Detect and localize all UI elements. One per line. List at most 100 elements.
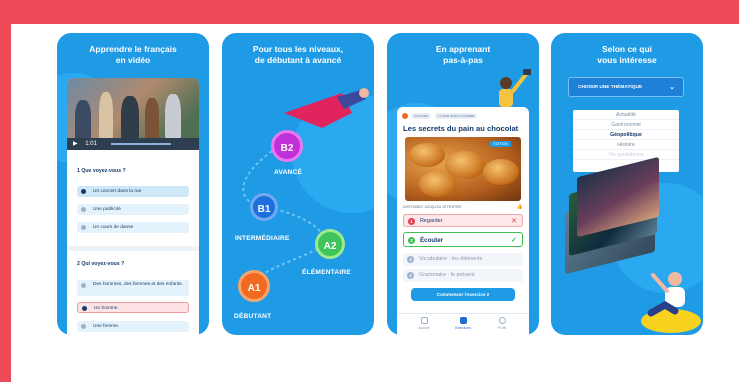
option-label: Un concert dans la rue bbox=[93, 189, 142, 194]
pastry bbox=[409, 143, 445, 167]
step-number: 1 bbox=[408, 218, 415, 225]
option-label: Un cours de danse bbox=[93, 225, 134, 230]
step-label: Écouter bbox=[420, 237, 444, 244]
level-code: B2 bbox=[280, 143, 294, 154]
person-illustration bbox=[499, 69, 531, 107]
pastry bbox=[419, 171, 457, 197]
tab-label: Accueil bbox=[418, 326, 430, 330]
title-line: vous intéresse bbox=[597, 55, 657, 65]
theme-item[interactable]: Gastronomie bbox=[573, 120, 679, 130]
panel-themes: Selon ce qui vous intéresse CHOISIR UNE … bbox=[551, 33, 703, 335]
lesson-card: CULTURE 1 LIGNE SUR LA FLAMME Les secret… bbox=[397, 107, 529, 335]
video-figure bbox=[145, 98, 159, 140]
q1-option-3[interactable]: Un cours de danse bbox=[77, 222, 189, 233]
option-label: Une publicité bbox=[93, 207, 121, 212]
section-divider bbox=[67, 246, 199, 251]
like-icon[interactable]: 👍 bbox=[517, 204, 523, 210]
theme-item-selected[interactable]: Géopolitique bbox=[573, 130, 679, 140]
theme-list: Actualité Gastronomie Géopolitique Histo… bbox=[573, 110, 679, 172]
video-figure bbox=[165, 94, 181, 140]
panel-video: Apprendre le français en vidéo ▶ 1:01 1 … bbox=[57, 33, 209, 335]
theme-item[interactable]: Vie quotidienne bbox=[573, 150, 679, 160]
q1-option-2[interactable]: Une publicité bbox=[77, 204, 189, 215]
option-label: Un homme. bbox=[94, 306, 119, 311]
step-ecouter[interactable]: 2 Écouter ✓ bbox=[403, 232, 523, 247]
radio-selected-icon bbox=[82, 306, 87, 311]
theme-item[interactable]: Histoire bbox=[573, 140, 679, 150]
profile-icon bbox=[498, 317, 506, 324]
title-line: Selon ce qui bbox=[601, 44, 653, 54]
question-1: 1 Que voyez-vous ? bbox=[77, 168, 126, 174]
step-number: 4 bbox=[407, 272, 414, 279]
level-code: A1 bbox=[247, 283, 261, 294]
left-accent-bar bbox=[0, 0, 11, 382]
title-line: en vidéo bbox=[115, 55, 151, 65]
panel-levels: Pour tous les niveaux, de débutant à ava… bbox=[222, 33, 374, 335]
panel-title: En apprenant pas-à-pas bbox=[387, 44, 539, 66]
tab-exercices[interactable]: Exercices bbox=[448, 317, 478, 330]
option-label: Des hommes, des femmes et des enfants. bbox=[93, 282, 183, 287]
step-label: Regarder bbox=[420, 218, 443, 224]
play-icon[interactable]: ▶ bbox=[73, 141, 78, 147]
video-figure bbox=[121, 96, 139, 140]
choose-theme-dropdown[interactable]: CHOISIR UNE THÉMATIQUE ⌄ bbox=[568, 77, 684, 97]
grid-icon bbox=[459, 317, 467, 324]
tab-bar: Accueil Exercices Profil bbox=[397, 313, 529, 335]
person-on-beanbag-illustration bbox=[641, 272, 701, 333]
home-icon bbox=[420, 317, 428, 324]
step-number: 2 bbox=[408, 237, 415, 244]
title-line: Apprendre le français bbox=[89, 44, 177, 54]
radio-icon bbox=[81, 283, 86, 288]
q1-option-1[interactable]: Un concert dans la rue bbox=[77, 186, 189, 197]
category-chip: CULTURE bbox=[411, 113, 431, 119]
pastry bbox=[483, 159, 519, 185]
step-grammaire[interactable]: 4 Grammaire · le présent bbox=[403, 269, 523, 282]
tab-profil[interactable]: Profil bbox=[487, 317, 517, 330]
radio-icon bbox=[81, 324, 86, 329]
chevron-down-icon: ⌄ bbox=[669, 84, 675, 91]
check-icon: ✓ bbox=[511, 237, 517, 244]
level-code: B1 bbox=[257, 204, 271, 215]
level-a1-badge[interactable]: A1 bbox=[238, 270, 270, 302]
option-label: Une femme. bbox=[93, 324, 120, 329]
step-number: 3 bbox=[407, 256, 414, 263]
superhero-illustration bbox=[284, 88, 369, 128]
image-tag: ÉDITION bbox=[490, 141, 511, 147]
video-player[interactable]: ▶ 1:01 bbox=[67, 78, 199, 150]
availability-text: DISPONIBLE JUSQU'AU 15 FÉVRIER bbox=[403, 205, 462, 209]
tab-label: Exercices bbox=[455, 326, 471, 330]
level-a2-label: ÉLÉMENTAIRE bbox=[302, 269, 351, 276]
level-a2-badge[interactable]: A2 bbox=[315, 229, 345, 259]
level-b1-label: INTERMÉDIAIRE bbox=[235, 235, 290, 242]
tab-accueil[interactable]: Accueil bbox=[409, 317, 439, 330]
q2-option-2[interactable]: Un homme. bbox=[77, 302, 189, 313]
level-b2-label: AVANCÉ bbox=[274, 169, 303, 176]
level-b2-badge[interactable]: B2 bbox=[271, 130, 303, 162]
phone-screen: ▶ 1:01 1 Que voyez-vous ? Un concert dan… bbox=[67, 78, 199, 335]
theme-item[interactable]: Actualité bbox=[573, 110, 679, 120]
video-progress-bar[interactable] bbox=[111, 143, 171, 145]
level-a1-label: DÉBUTANT bbox=[234, 313, 272, 320]
step-label: Vocabulaire · les éléments bbox=[419, 256, 483, 262]
level-b1-badge[interactable]: B1 bbox=[250, 193, 278, 221]
start-exercise-button[interactable]: Commencer l'exercice 2 bbox=[411, 288, 515, 301]
radio-selected-icon bbox=[81, 189, 86, 194]
q2-option-1[interactable]: Des hommes, des femmes et des enfants. bbox=[77, 280, 189, 296]
tab-label: Profil bbox=[497, 326, 507, 330]
step-label: Grammaire · le présent bbox=[419, 272, 475, 278]
topic-chip: 1 LIGNE SUR LA FLAMME bbox=[435, 113, 478, 119]
step-regarder[interactable]: 1 Regarder ✕ bbox=[403, 214, 523, 227]
article-title: Les secrets du pain au chocolat bbox=[403, 124, 519, 133]
category-dot-icon bbox=[402, 113, 408, 119]
radio-icon bbox=[81, 207, 86, 212]
q2-option-3[interactable]: Une femme. bbox=[77, 321, 189, 332]
wrong-icon: ✕ bbox=[511, 218, 517, 225]
video-figure bbox=[75, 100, 91, 140]
video-controls: ▶ 1:01 bbox=[67, 138, 199, 150]
radio-icon bbox=[81, 225, 86, 230]
step-vocabulaire[interactable]: 3 Vocabulaire · les éléments bbox=[403, 253, 523, 266]
title-line: En apprenant bbox=[435, 44, 491, 54]
panel-title: Apprendre le français en vidéo bbox=[57, 44, 209, 66]
dropdown-label: CHOISIR UNE THÉMATIQUE bbox=[578, 85, 643, 90]
top-accent-bar bbox=[0, 0, 739, 24]
